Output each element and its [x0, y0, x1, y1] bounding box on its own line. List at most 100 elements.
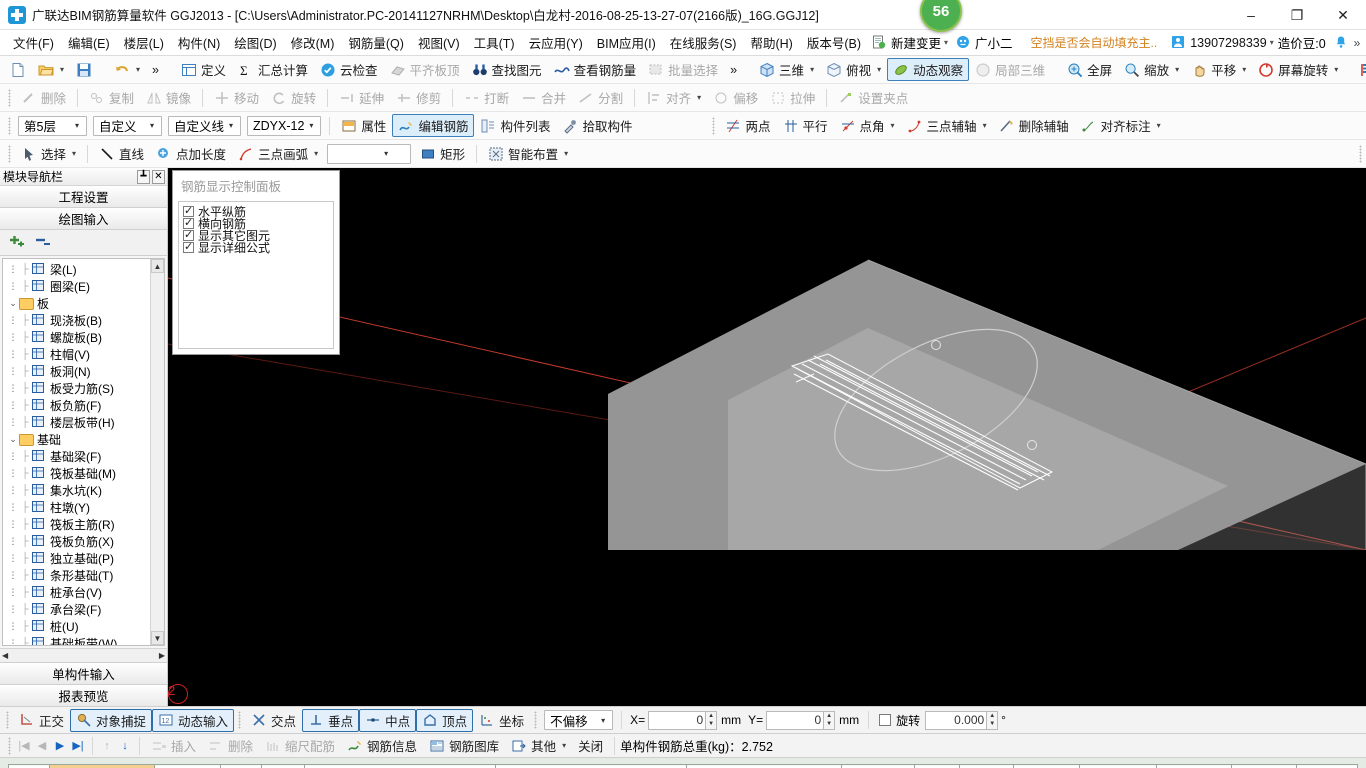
- chevron-down-icon[interactable]: ▾: [304, 121, 318, 130]
- th-shape[interactable]: 图形: [303, 764, 496, 768]
- chevron-down-icon[interactable]: ▾: [564, 149, 568, 158]
- menu-modify[interactable]: 修改(M): [284, 30, 342, 55]
- pan-button[interactable]: 平移 ▾: [1185, 58, 1252, 81]
- nav-button-drawing-input[interactable]: 绘图输入: [0, 208, 167, 230]
- scroll-up-icon[interactable]: ▲: [151, 259, 164, 273]
- tree-item[interactable]: ⋮ ├ 桩承台(V): [3, 584, 164, 601]
- tree-item[interactable]: ⋮ ├ 圈梁(E): [3, 278, 164, 295]
- menu-cloud[interactable]: 云应用(Y): [522, 30, 590, 55]
- chevron-down-icon[interactable]: ▾: [136, 65, 140, 74]
- tree-item[interactable]: ⋮ ├ 梁(L): [3, 261, 164, 278]
- new-file-button[interactable]: [4, 60, 32, 80]
- three-point-arc-button[interactable]: 三点画弧 ▾: [232, 142, 324, 165]
- midpoint-snap-toggle[interactable]: 中点: [359, 708, 417, 732]
- offset-mode-select[interactable]: 不偏移 ▾: [544, 710, 614, 730]
- tree-item[interactable]: ⋮ ├ 基础梁(F): [3, 448, 164, 465]
- chevron-down-icon[interactable]: ▾: [562, 741, 566, 750]
- screen-rotate-button[interactable]: 屏幕旋转 ▾: [1252, 58, 1344, 81]
- chevron-down-icon[interactable]: ▾: [596, 716, 610, 725]
- copy-button[interactable]: 复制: [83, 86, 140, 109]
- align-dimension-button[interactable]: 对齐标注 ▾: [1075, 114, 1167, 137]
- break-button[interactable]: 打断: [458, 86, 515, 109]
- toolbar-grip[interactable]: [1359, 144, 1362, 163]
- toolbar-overflow-left[interactable]: »: [146, 61, 165, 79]
- user-account-button[interactable]: 广小二: [952, 31, 1017, 54]
- point-length-tool-button[interactable]: 点加长度: [150, 142, 232, 165]
- view-rebar-qty-button[interactable]: 查看钢筋量: [548, 58, 643, 81]
- smart-layout-button[interactable]: 智能布置 ▾: [482, 142, 574, 165]
- select-floor-button[interactable]: 选择楼层: [1354, 58, 1366, 81]
- last-record-button[interactable]: ▶|: [69, 739, 87, 752]
- chevron-down-icon[interactable]: ▾: [983, 121, 987, 130]
- th-unit-weight[interactable]: 单重(kg): [1079, 764, 1158, 768]
- point-angle-axis-button[interactable]: 点角 ▾: [834, 114, 901, 137]
- toolbar-grip[interactable]: [8, 116, 11, 135]
- ortho-toggle[interactable]: 正交: [13, 709, 70, 732]
- stretch-button[interactable]: 拉伸: [764, 86, 821, 109]
- tree-item[interactable]: ⋮ ├ 基础板带(W): [3, 635, 164, 645]
- chevron-down-icon[interactable]: ▾: [810, 65, 814, 74]
- merge-button[interactable]: 合并: [515, 86, 572, 109]
- open-file-button[interactable]: ▾: [32, 60, 70, 80]
- th-lap-form[interactable]: 搭接形: [1295, 764, 1359, 768]
- tree-item[interactable]: ⋮ ├ 独立基础(P): [3, 550, 164, 567]
- chevron-down-icon[interactable]: ▾: [1242, 65, 1246, 74]
- close-icon[interactable]: ✕: [152, 169, 165, 184]
- tree-item[interactable]: ⋮ ├ 柱帽(V): [3, 346, 164, 363]
- chevron-down-icon[interactable]: ▾: [72, 149, 76, 158]
- chevron-down-icon[interactable]: ▾: [224, 121, 238, 130]
- menu-bim[interactable]: BIM应用(I): [590, 30, 663, 55]
- move-up-button[interactable]: ↑: [98, 740, 116, 752]
- th-rebar-no[interactable]: 筋号: [48, 764, 155, 768]
- th-description[interactable]: 公式描述: [685, 764, 843, 768]
- add-item-icon[interactable]: [8, 235, 24, 251]
- tree-item[interactable]: ⋮ ├ 承台梁(F): [3, 601, 164, 618]
- dynamic-observe-button[interactable]: 动态观察: [887, 58, 970, 81]
- scroll-right-icon[interactable]: ▶: [159, 651, 165, 660]
- tree-item[interactable]: ⌄ 板: [3, 295, 164, 312]
- chevron-down-icon[interactable]: ⌄: [7, 298, 19, 309]
- menu-file[interactable]: 文件(F): [6, 30, 61, 55]
- scroll-down-icon[interactable]: ▼: [151, 631, 164, 645]
- tree-item[interactable]: ⋮ ├ 楼层板带(H): [3, 414, 164, 431]
- find-element-button[interactable]: 查找图元: [466, 58, 548, 81]
- dynamic-input-toggle[interactable]: 12 动态输入: [152, 708, 235, 732]
- th-figure-no[interactable]: 图号: [261, 764, 305, 768]
- y-spinner[interactable]: ▲ ▼: [824, 710, 836, 730]
- maximize-button[interactable]: ❐: [1274, 0, 1320, 30]
- define-button[interactable]: 定义: [175, 58, 232, 81]
- chevron-down-icon[interactable]: ▾: [145, 121, 159, 130]
- rebar-option-row[interactable]: 显示详细公式: [183, 240, 329, 255]
- toolbar-grip[interactable]: [8, 88, 11, 107]
- parallel-axis-button[interactable]: 平行: [777, 114, 834, 137]
- move-down-button[interactable]: ↓: [116, 740, 134, 752]
- chevron-down-icon[interactable]: ▾: [877, 65, 881, 74]
- move-button[interactable]: 移动: [208, 86, 265, 109]
- menu-view[interactable]: 视图(V): [411, 30, 467, 55]
- tree-item[interactable]: ⋮ ├ 桩(U): [3, 618, 164, 635]
- pick-member-button[interactable]: 拾取构件: [556, 114, 638, 137]
- minimize-button[interactable]: –: [1228, 0, 1274, 30]
- y-coordinate-input[interactable]: 0: [766, 710, 825, 730]
- th-category[interactable]: 钢筋归类: [1231, 764, 1297, 768]
- insert-row-button[interactable]: 插入: [145, 734, 202, 757]
- tree-item[interactable]: ⋮ ├ 筏板主筋(R): [3, 516, 164, 533]
- new-change-button[interactable]: 新建变更 ▾: [868, 31, 952, 54]
- component-tree[interactable]: ⋮ ├ 梁(L) ⋮ ├ 圈梁(E) ⌄ 板 ⋮ ├ 现浇板(B) ⋮ ├ 螺旋板(B) ⋮ ├ 柱帽(V) ⋮ ├…: [2, 258, 165, 646]
- align-slab-top-button[interactable]: 平齐板顶: [384, 58, 466, 81]
- batch-select-button[interactable]: 批量选择: [642, 58, 724, 81]
- th-count[interactable]: 根数: [914, 764, 961, 768]
- menu-help[interactable]: 帮助(H): [743, 30, 799, 55]
- toolbar-grip[interactable]: [712, 116, 716, 135]
- chevron-down-icon[interactable]: ▾: [60, 65, 64, 74]
- pin-icon[interactable]: ┻: [137, 169, 150, 184]
- chevron-down-icon[interactable]: ▾: [697, 93, 701, 102]
- first-record-button[interactable]: |◀: [15, 739, 33, 752]
- chevron-down-icon[interactable]: ▾: [891, 121, 895, 130]
- summary-calc-button[interactable]: Σ 汇总计算: [232, 58, 314, 81]
- edit-rebar-button[interactable]: 编辑钢筋: [392, 114, 475, 137]
- set-grip-button[interactable]: 设置夹点: [832, 86, 914, 109]
- split-button[interactable]: 分割: [572, 86, 629, 109]
- rebar-table[interactable]: 筋号 直径(mm) 级别 图号 图形 计算公式 公式描述 长度(mm) 根数 搭…: [8, 764, 1359, 768]
- delete-axis-button[interactable]: 删除辅轴: [993, 114, 1075, 137]
